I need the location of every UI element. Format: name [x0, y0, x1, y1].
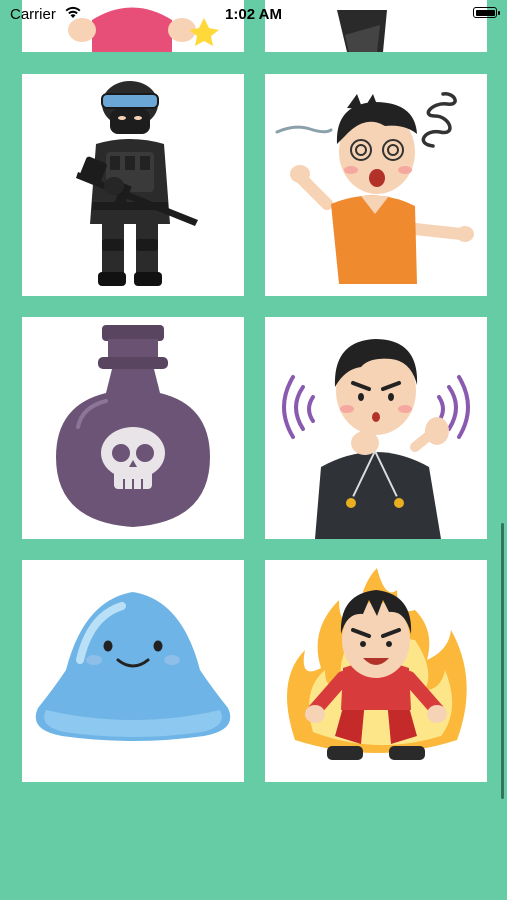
dizzy-man-icon	[275, 92, 474, 284]
poison-bottle-skull-icon	[56, 325, 210, 527]
grid-cell-hypnotist[interactable]	[265, 317, 487, 539]
grid-cell-poison-bottle[interactable]	[22, 317, 244, 539]
scroll-indicator[interactable]	[501, 523, 504, 799]
man-with-pendulum-icon	[282, 339, 470, 539]
battery-icon	[473, 7, 500, 18]
man-with-flame-aura-icon	[287, 568, 467, 760]
grid-cell-swat-soldier[interactable]	[22, 74, 244, 296]
smiling-slime-icon	[35, 592, 231, 741]
soldier-with-rifle-icon	[76, 81, 198, 286]
grid-cell-blue-slime[interactable]	[22, 560, 244, 782]
grid-cell-dizzy-man[interactable]	[265, 74, 487, 296]
grid-cell-fired-up-man[interactable]	[265, 560, 487, 782]
status-bar: Carrier 1:02 AM	[0, 0, 507, 30]
status-time: 1:02 AM	[225, 6, 282, 23]
